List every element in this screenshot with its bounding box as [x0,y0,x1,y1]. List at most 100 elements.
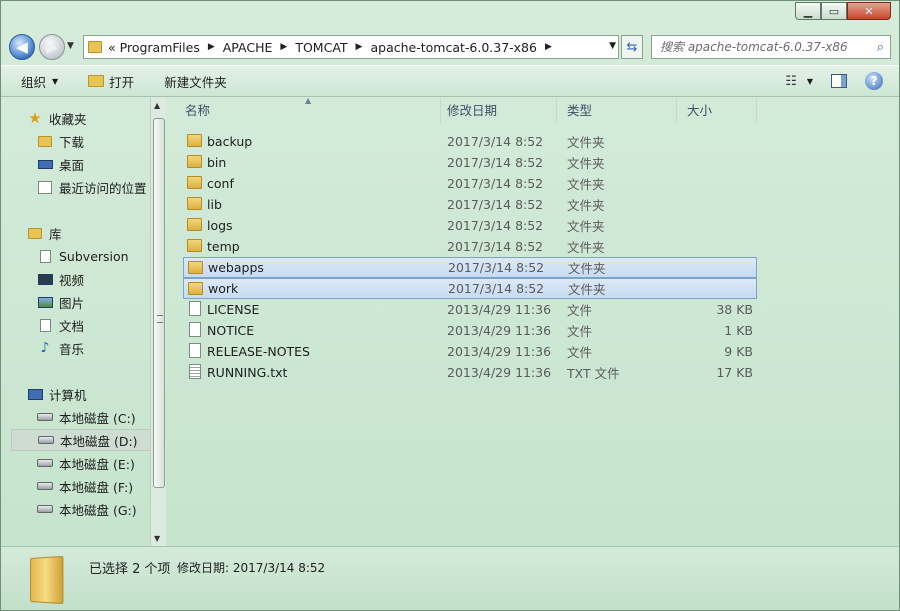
file-row[interactable]: conf 2017/3/14 8:52 文件夹 [183,173,757,194]
file-type: 文件夹 [567,219,605,234]
refresh-icon: ⇆ [626,39,638,55]
nav-item-pictures[interactable]: 图片 [37,291,84,313]
nav-item-label: Subversion [59,248,129,264]
chevron-down-icon[interactable]: ▼ [807,77,813,86]
nav-item-drive-e[interactable]: 本地磁盘 (E:) [37,452,135,474]
file-name: RUNNING.txt [207,365,288,380]
file-name: work [208,281,239,296]
folder-icon [187,197,202,210]
file-list: ▲ 名称 修改日期 类型 大小 backup 2017/3/14 8:52 文件夹 b… [169,96,891,546]
nav-item-label: 本地磁盘 (F:) [59,479,134,495]
file-row[interactable]: temp 2017/3/14 8:52 文件夹 [183,236,757,257]
column-header-type[interactable]: 类型 [557,98,677,124]
nav-favorites[interactable]: ★ 收藏夹 [27,107,86,129]
toolbar-right: ☷ ▼ ? [785,72,883,90]
search-box[interactable]: ⌕ [651,35,891,59]
search-icon[interactable]: ⌕ [877,40,884,55]
organize-button[interactable]: 组织 ▼ [21,72,58,91]
maximize-button[interactable]: ▭ [821,2,847,20]
nav-libraries[interactable]: 库 [27,222,62,244]
file-name: NOTICE [207,323,255,338]
folder-icon [88,41,102,53]
nav-item-label: 本地磁盘 (G:) [59,502,137,518]
open-label: 打开 [109,74,135,90]
file-row[interactable]: NOTICE 2013/4/29 11:36 文件 1 KB [183,320,757,341]
file-row[interactable]: backup 2017/3/14 8:52 文件夹 [183,131,757,152]
scroll-down-arrow[interactable]: ▼ [154,534,160,543]
text-file-icon [187,364,201,379]
file-date: 2017/3/14 8:52 [447,176,544,191]
scrollbar-thumb[interactable] [153,118,165,488]
library-icon [27,226,43,240]
file-row[interactable]: bin 2017/3/14 8:52 文件夹 [183,152,757,173]
column-header-size[interactable]: 大小 [677,98,757,124]
column-header-row: ▲ 名称 修改日期 类型 大小 [169,96,891,124]
new-folder-button[interactable]: 新建文件夹 [164,72,227,91]
file-date: 2017/3/14 8:52 [447,218,544,233]
file-name: webapps [208,260,264,275]
file-row[interactable]: logs 2017/3/14 8:52 文件夹 [183,215,757,236]
file-type: 文件夹 [568,261,606,276]
file-icon [187,343,201,358]
nav-item-downloads[interactable]: 下载 [37,130,84,152]
nav-computer[interactable]: 计算机 [27,383,87,405]
nav-item-label: 图片 [59,295,85,311]
column-header-date[interactable]: 修改日期 [437,98,557,124]
breadcrumb-apache[interactable]: APACHE [223,40,273,55]
change-view-button[interactable]: ☷ ▼ [785,74,813,89]
caption-buttons: ▁ ▭ ✕ [795,2,891,20]
breadcrumb-tomcat[interactable]: TOMCAT [295,40,347,55]
open-button[interactable]: 打开 [88,72,134,91]
recent-pages-dropdown[interactable]: ▼ [67,41,74,51]
file-row[interactable]: RUNNING.txt 2013/4/29 11:36 TXT 文件 17 KB [183,362,757,383]
search-input[interactable] [660,40,860,54]
chevron-right-icon[interactable]: ▶ [545,42,552,52]
file-row[interactable]: LICENSE 2013/4/29 11:36 文件 38 KB [183,299,757,320]
nav-item-desktop[interactable]: 桌面 [37,153,84,175]
nav-item-drive-f[interactable]: 本地磁盘 (F:) [37,475,133,497]
file-size: 1 KB [724,323,753,338]
chevron-down-icon: ▼ [52,76,59,86]
navigation-scrollbar[interactable]: ▲ ▼ [150,98,166,546]
scroll-up-arrow[interactable]: ▲ [154,101,160,110]
nav-item-label: 本地磁盘 (C:) [59,410,136,426]
forward-button[interactable]: ▶ [39,34,65,60]
chevron-right-icon[interactable]: ▶ [280,42,287,52]
file-row[interactable]: work 2017/3/14 8:52 文件夹 [183,278,757,299]
nav-item-label: 视频 [59,272,85,288]
selection-count: 已选择 2 个项 [89,562,171,577]
file-row[interactable]: RELEASE-NOTES 2013/4/29 11:36 文件 9 KB [183,341,757,362]
modified-date: 修改日期: 2017/3/14 8:52 [177,559,325,576]
address-history-dropdown[interactable]: ▼ [609,41,616,51]
nav-item-drive-g[interactable]: 本地磁盘 (G:) [37,498,137,520]
file-row[interactable]: webapps 2017/3/14 8:52 文件夹 [183,257,757,278]
folder-icon [187,176,202,189]
minimize-button[interactable]: ▁ [795,2,821,20]
nav-item-drive-d[interactable]: 本地磁盘 (D:) [11,429,157,451]
nav-item-recent-places[interactable]: 最近访问的位置 [37,176,147,198]
folder-icon [187,239,202,252]
refresh-button[interactable]: ⇆ [621,35,643,59]
chevron-right-icon[interactable]: ▶ [356,42,363,52]
address-bar[interactable]: « ProgramFiles ▶ APACHE ▶ TOMCAT ▶ apach… [83,35,619,59]
column-header-name[interactable]: 名称 [175,98,441,124]
file-row[interactable]: lib 2017/3/14 8:52 文件夹 [183,194,757,215]
help-icon[interactable]: ? [865,72,883,90]
download-folder-icon [37,134,53,148]
selected-folders-icon [30,555,64,605]
preview-pane-icon[interactable] [831,74,847,88]
chevron-right-icon[interactable]: ▶ [208,42,215,52]
close-button[interactable]: ✕ [847,2,891,20]
nav-item-subversion[interactable]: Subversion [37,245,129,267]
file-type: 文件 [567,345,593,360]
nav-item-documents[interactable]: 文档 [37,314,84,336]
picture-icon [37,295,53,309]
nav-item-drive-c[interactable]: 本地磁盘 (C:) [37,406,136,428]
breadcrumb-overflow[interactable]: « [108,40,116,55]
back-button[interactable]: ◀ [9,34,35,60]
nav-item-videos[interactable]: 视频 [37,268,84,290]
nav-item-music[interactable]: ♪ 音乐 [37,337,84,359]
nav-item-label: 本地磁盘 (D:) [60,433,138,449]
breadcrumb-programfiles[interactable]: ProgramFiles [120,40,200,55]
breadcrumb-current-folder[interactable]: apache-tomcat-6.0.37-x86 [370,40,537,55]
